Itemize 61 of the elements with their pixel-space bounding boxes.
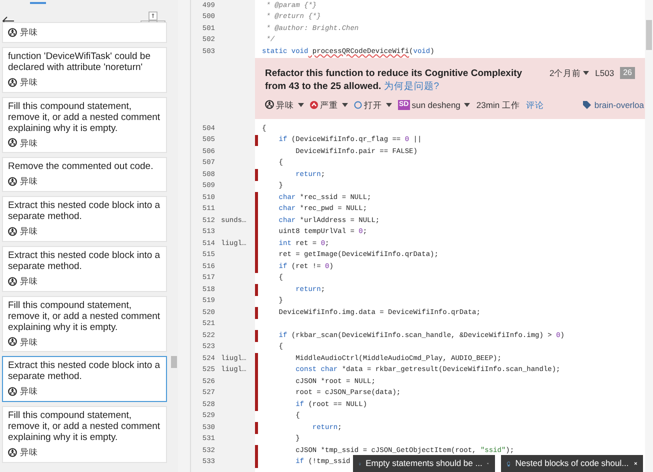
issue-type: 异味 — [20, 76, 38, 88]
issue-card[interactable]: Fill this compound statement, remove it, or add a nested comment explaining why it is empty. 异味 — [2, 406, 167, 463]
issue-type: 异味 — [20, 336, 38, 348]
lightbulb-icon — [507, 458, 510, 468]
issue-message: Extract this nested code block into a separate method. — [8, 360, 161, 382]
issue-card[interactable]: function 'DeviceWifiTask' could be declared with attribute 'noreturn' 异味 — [2, 46, 167, 92]
issue-message: Fill this compound statement, remove it, or add a nested comment explaining why it is empty. — [8, 300, 161, 332]
issue-card[interactable]: Extract this nested code block into a separate method. 异味 — [2, 246, 167, 292]
code-smell-icon — [8, 448, 17, 457]
caret-icon — [583, 70, 590, 75]
issue-message: function 'DeviceWifiTask' could be declared with attribute 'noreturn' — [8, 50, 152, 73]
issue-type: 异味 — [20, 26, 38, 39]
code-smell-icon — [8, 337, 17, 346]
issue-card[interactable]: Remove the commented out code. 异味 — [2, 157, 167, 192]
caret-icon — [298, 102, 304, 107]
caret-icon — [464, 102, 470, 107]
close-icon[interactable] — [634, 460, 637, 467]
issue-type: 异味 — [20, 136, 38, 150]
scrollbar[interactable] — [645, 0, 653, 472]
issue-message: Remove the commented out code. — [8, 161, 154, 172]
code-smell-icon — [8, 78, 17, 87]
caret-icon — [386, 102, 392, 107]
code-smell-icon — [8, 28, 17, 37]
issue-title: Refactor this function to reduce its Cognitive Complexity from 43 to the 25 allowed. 为何是问题? — [265, 66, 524, 92]
issue-card[interactable]: Extract this nested code block into a separate method. 异味 — [2, 196, 167, 242]
issue-card[interactable]: Fill this compound statement, remove it, or add a nested comment explaining why it is empty. 异味 — [2, 96, 167, 154]
code-smell-icon — [8, 387, 17, 396]
issue-message: Fill this compound statement, remove it, or add a nested comment explaining why it is empty. — [8, 410, 161, 443]
issue-type: 异味 — [20, 175, 38, 188]
status-dropdown[interactable]: 打开 — [354, 98, 392, 112]
severity-dropdown[interactable]: 严重 — [310, 98, 348, 112]
caret-icon — [342, 102, 348, 107]
issue-type: 异味 — [20, 274, 38, 288]
type-dropdown[interactable]: 异味 — [265, 98, 304, 112]
code-smell-icon — [265, 100, 274, 110]
code-smell-icon — [8, 226, 17, 236]
effort: 23min 工作 — [476, 98, 520, 112]
issue-message: Fill this compound statement, remove it, or add a nested comment explaining why it is empty. — [8, 100, 161, 134]
issue-card[interactable]: Extract this nested code block into a separate method. 异味 — [2, 356, 167, 402]
issue-tag[interactable]: brain-overloa — [594, 98, 644, 112]
toast-message: Nested blocks of code shoul... — [515, 457, 629, 470]
code-smell-icon — [8, 177, 17, 186]
issue-message: Extract this nested code block into a separate method. — [8, 250, 161, 272]
count-badge: 26 — [620, 66, 635, 79]
line-link[interactable]: L503 — [595, 66, 614, 80]
issue-card[interactable]: Fill this compound statement, remove it, or add a nested comment explaining why it is empty. 异味 — [2, 296, 167, 352]
issue-age-dropdown[interactable]: 2个月前 — [549, 66, 590, 80]
code-smell-icon — [8, 138, 17, 148]
issue-type: 异味 — [20, 225, 38, 238]
issue-type: 异味 — [20, 446, 38, 459]
notification-toast[interactable]: Empty statements should be ... — [353, 455, 495, 472]
issue-message: Extract this nested code block into a separate method. — [8, 200, 161, 222]
issue-card[interactable]: 异味 — [2, 22, 167, 43]
notification-toast[interactable]: Nested blocks of code shoul... — [501, 455, 643, 472]
open-status-icon — [354, 100, 362, 109]
issue-type: 异味 — [20, 385, 38, 398]
toast-message: Empty statements should be ... — [366, 457, 482, 470]
tag-icon — [583, 100, 592, 109]
code-smell-icon — [8, 276, 17, 286]
critical-severity-icon — [310, 100, 318, 109]
active-tab-indicator — [30, 2, 46, 4]
